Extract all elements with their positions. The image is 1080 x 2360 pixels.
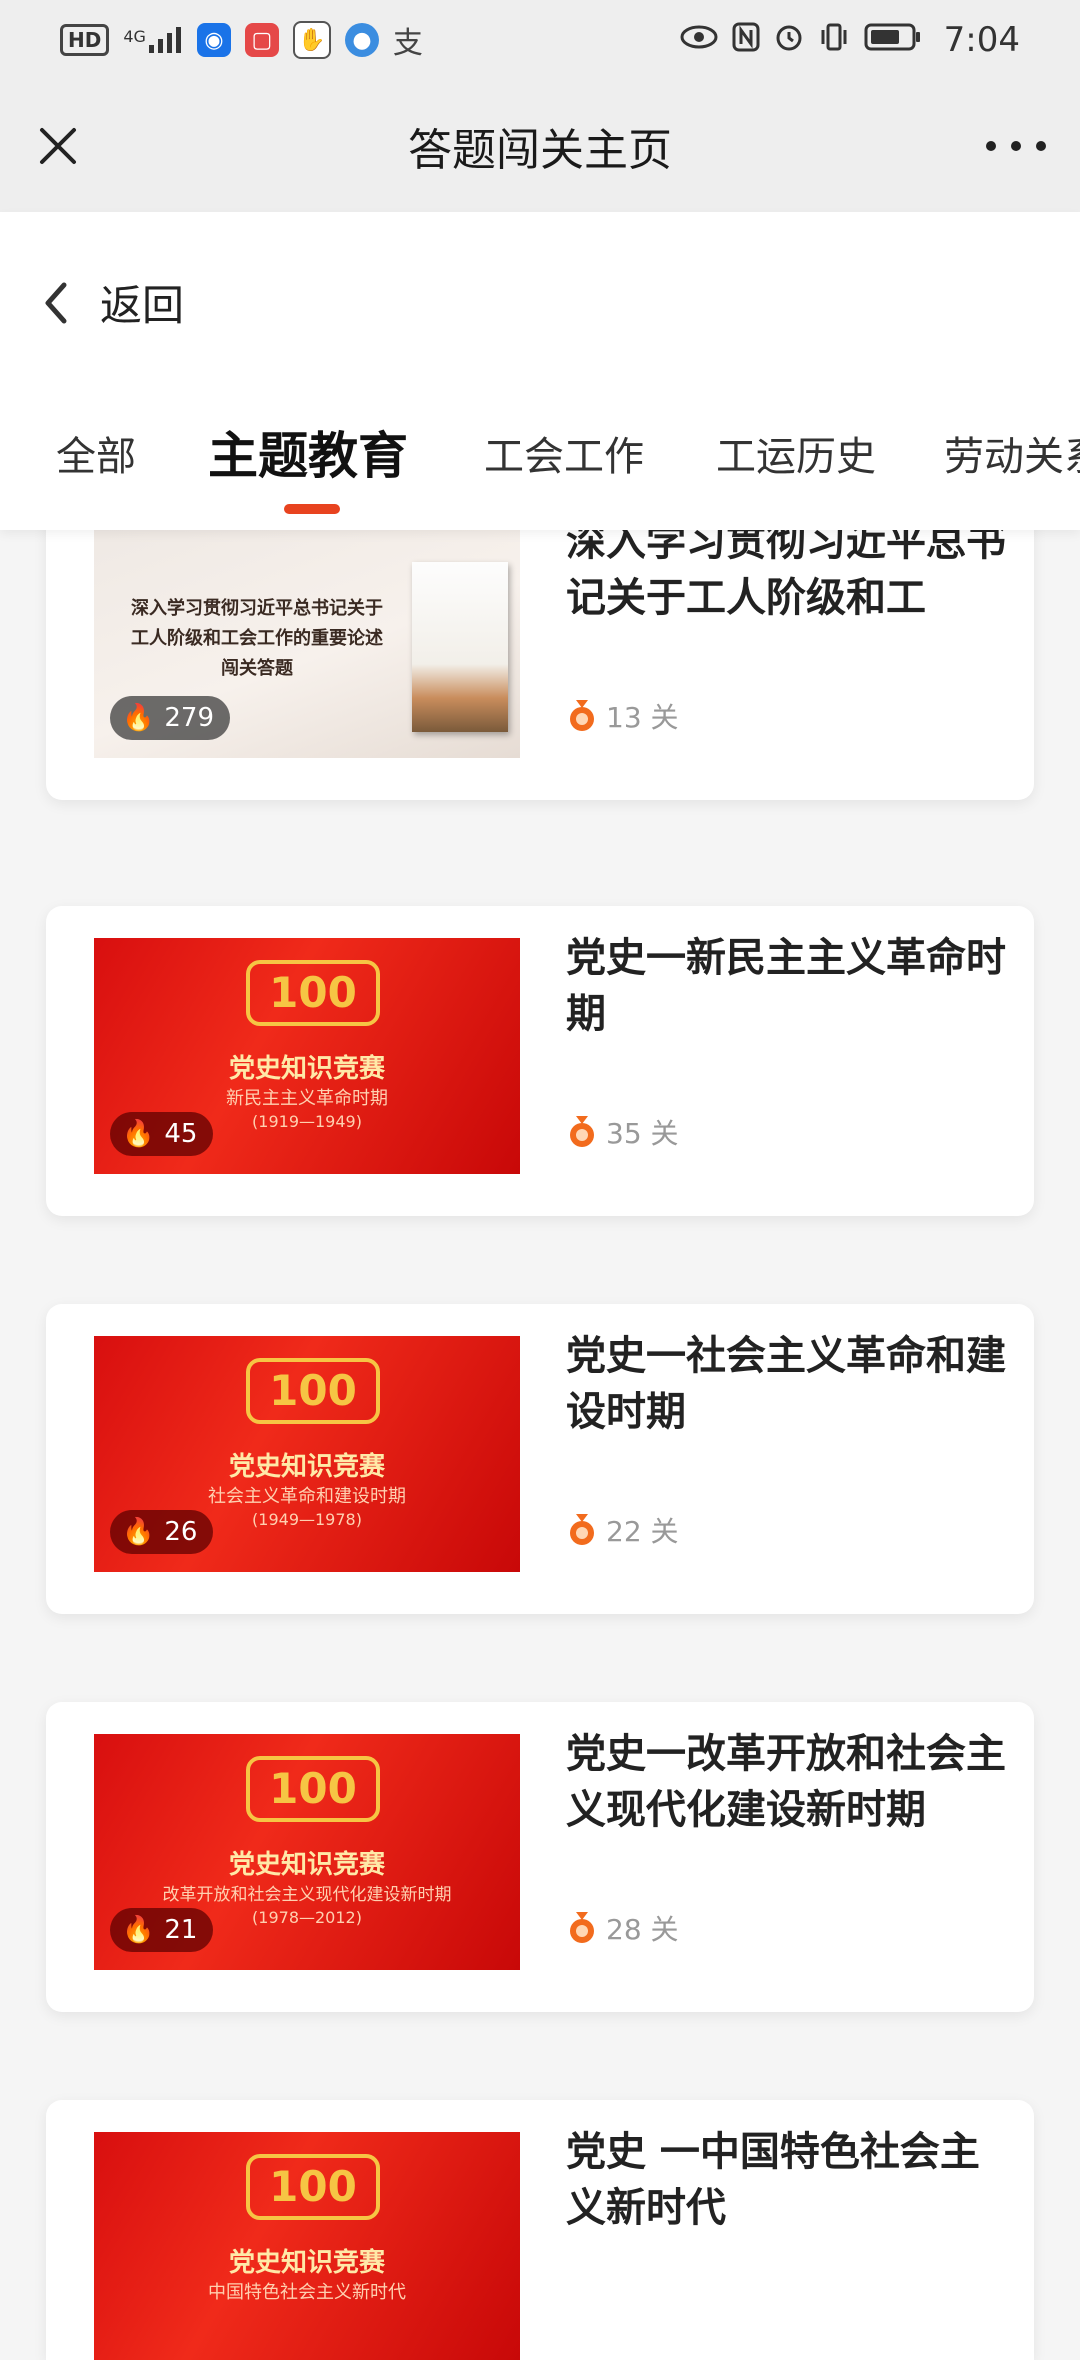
- more-dot-icon: [1036, 141, 1046, 151]
- level-count-label: 13 关: [606, 701, 679, 734]
- flame-icon: 🔥: [122, 1517, 155, 1547]
- thumbnail-heading: 党史知识竞赛: [228, 1452, 385, 1482]
- quiz-card[interactable]: 100 党史知识竞赛 新民主主义革命时期 (1919—1949) 🔥 45 党史…: [46, 906, 1034, 1216]
- page-title: 答题闯关主页: [408, 125, 672, 176]
- anniversary-100-logo: 100: [246, 1358, 380, 1424]
- quiz-card[interactable]: 深入学习贯彻习近平总书记关于 工人阶级和工会工作的重要论述 闯关答题 🔥 279…: [46, 490, 1034, 800]
- red-app-icon: ▢: [244, 23, 279, 57]
- level-count: 35 关: [568, 1112, 679, 1152]
- medal-icon: [570, 1514, 594, 1545]
- quiz-thumbnail: 100 党史知识竞赛 新民主主义革命时期 (1919—1949) 🔥 45: [94, 938, 520, 1174]
- quiz-title: 深入学习贯彻习近平总书记关于工人阶级和工: [566, 519, 1006, 621]
- status-bar: HD 4G ◉ ▢ ✋ ● 支 7:04: [0, 0, 1080, 80]
- heat-count: 279: [164, 703, 215, 733]
- globe-icon: ●: [344, 23, 379, 57]
- flame-icon: 🔥: [122, 703, 155, 733]
- quiz-title: 党史一新民主主义革命时期: [566, 935, 1006, 1037]
- tab-union-work[interactable]: 工会工作: [484, 424, 644, 482]
- heat-count: 45: [164, 1119, 198, 1149]
- thumbnail-subheading: 中国特色社会主义新时代: [208, 2282, 406, 2303]
- heat-badge: 🔥 45: [110, 1112, 214, 1156]
- thumbnail-heading: 党史知识竞赛: [228, 2248, 385, 2278]
- hd-badge: HD: [60, 24, 110, 56]
- quiz-thumbnail: 100 党史知识竞赛 改革开放和社会主义现代化建设新时期 (1978—2012)…: [94, 1734, 520, 1970]
- heat-badge: 🔥 21: [110, 1908, 214, 1952]
- medal-icon: [570, 1116, 594, 1147]
- level-count-label: 22 关: [606, 1515, 679, 1548]
- quiz-card[interactable]: 100 党史知识竞赛 中国特色社会主义新时代 党史 一中国特色社会主义新时代: [46, 2100, 1034, 2360]
- hand-icon: ✋: [292, 21, 331, 59]
- thumbnail-subheading: 新民主主义革命时期: [226, 1088, 388, 1109]
- anniversary-100-logo: 100: [246, 960, 380, 1026]
- quiz-title: 党史 一中国特色社会主义新时代: [566, 2129, 980, 2231]
- page-header: 返回 全部 主题教育 工会工作 工运历史 劳动关系: [0, 212, 1080, 530]
- alipay-icon: 支: [392, 26, 423, 61]
- thumbnail-line: 工人阶级和工会工作的重要论述: [131, 628, 383, 649]
- app-notification-icon: ◉: [196, 23, 231, 57]
- vibrate-icon: [818, 22, 850, 59]
- tab-all[interactable]: 全部: [56, 424, 136, 482]
- flame-icon: 🔥: [122, 1119, 155, 1149]
- tab-labor-relations[interactable]: 劳动关系: [944, 424, 1080, 482]
- medal-icon: [570, 1912, 594, 1943]
- active-tab-indicator: [284, 504, 340, 514]
- more-options-button[interactable]: [986, 122, 1046, 170]
- book-cover-image: [412, 562, 508, 732]
- level-count-label: 35 关: [606, 1117, 679, 1150]
- back-button[interactable]: 返回: [40, 272, 184, 333]
- thumbnail-heading: 党史知识竞赛: [228, 1850, 385, 1880]
- quiz-card[interactable]: 100 党史知识竞赛 改革开放和社会主义现代化建设新时期 (1978—2012)…: [46, 1702, 1034, 2012]
- anniversary-100-logo: 100: [246, 1756, 380, 1822]
- heat-count: 21: [164, 1915, 198, 1945]
- thumbnail-subheading: 改革开放和社会主义现代化建设新时期: [162, 1885, 452, 1905]
- level-count: 22 关: [568, 1510, 679, 1550]
- level-count: 13 关: [568, 696, 679, 736]
- heat-badge: 🔥 26: [110, 1510, 214, 1554]
- status-left: HD 4G ◉ ▢ ✋ ● 支: [60, 18, 423, 62]
- more-dot-icon: [986, 141, 996, 151]
- thumbnail-line: 闯关答题: [221, 658, 293, 679]
- clock-time: 7:04: [943, 20, 1020, 60]
- quiz-thumbnail: 深入学习贯彻习近平总书记关于 工人阶级和工会工作的重要论述 闯关答题 🔥 279: [94, 522, 520, 758]
- thumbnail-line: 深入学习贯彻习近平总书记关于: [131, 598, 383, 619]
- flame-icon: 🔥: [122, 1915, 155, 1945]
- status-right: 7:04: [680, 20, 1020, 60]
- anniversary-100-logo: 100: [246, 2154, 380, 2220]
- chevron-left-icon: [45, 282, 67, 323]
- eye-icon: [680, 24, 718, 57]
- app-titlebar: 答题闯关主页: [0, 80, 1080, 212]
- level-count: 28 关: [568, 1908, 679, 1948]
- quiz-title: 党史一改革开放和社会主义现代化建设新时期: [566, 1731, 1006, 1833]
- tab-theme-education[interactable]: 主题教育: [208, 416, 408, 488]
- category-tabs: 全部 主题教育 工会工作 工运历史 劳动关系: [0, 412, 1080, 522]
- heat-count: 26: [164, 1517, 198, 1547]
- nfc-icon: [732, 22, 760, 59]
- close-button[interactable]: [34, 122, 82, 170]
- close-icon: [40, 128, 76, 164]
- quiz-thumbnail: 100 党史知识竞赛 中国特色社会主义新时代: [94, 2132, 520, 2360]
- alarm-icon: [774, 22, 804, 59]
- signal-icon: 4G: [123, 27, 183, 53]
- level-count-label: 28 关: [606, 1913, 679, 1946]
- network-type-label: 4G: [123, 27, 146, 46]
- thumbnail-heading: 党史知识竞赛: [228, 1054, 385, 1084]
- heat-badge: 🔥 279: [110, 696, 231, 740]
- tab-labor-movement-history[interactable]: 工运历史: [716, 424, 876, 482]
- thumbnail-subheading: 社会主义革命和建设时期: [208, 1486, 406, 1507]
- thumbnail-caption: 深入学习贯彻习近平总书记关于 工人阶级和工会工作的重要论述 闯关答题: [112, 594, 402, 684]
- battery-icon: [864, 22, 922, 59]
- medal-icon: [570, 700, 594, 731]
- quiz-thumbnail: 100 党史知识竞赛 社会主义革命和建设时期 (1949—1978) 🔥 26: [94, 1336, 520, 1572]
- quiz-card[interactable]: 100 党史知识竞赛 社会主义革命和建设时期 (1949—1978) 🔥 26 …: [46, 1304, 1034, 1614]
- back-label: 返回: [100, 281, 185, 330]
- more-dot-icon: [1011, 141, 1021, 151]
- quiz-title: 党史一社会主义革命和建设时期: [566, 1333, 1006, 1435]
